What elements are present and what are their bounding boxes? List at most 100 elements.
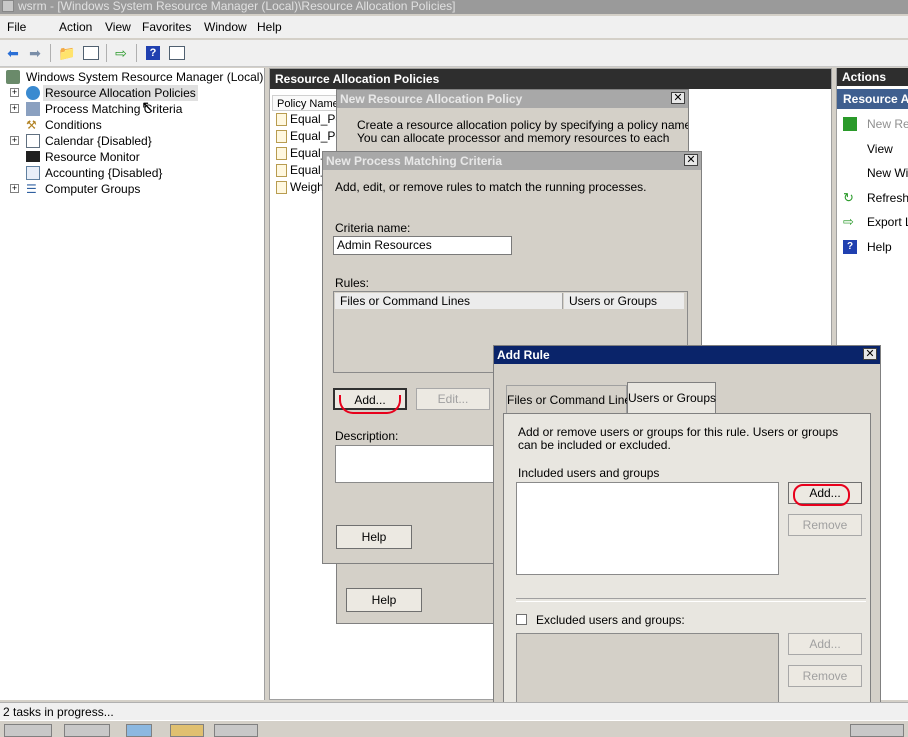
policy-document-icon bbox=[276, 113, 287, 127]
policy-document-icon bbox=[276, 164, 287, 178]
expand-toggle-calendar[interactable]: + bbox=[10, 136, 19, 145]
menu-favorites[interactable]: Favorites bbox=[142, 20, 191, 34]
close-icon[interactable]: ✕ bbox=[671, 92, 685, 104]
excluded-checkbox[interactable] bbox=[516, 614, 527, 625]
expand-toggle-computer-groups[interactable]: + bbox=[10, 184, 19, 193]
computer-groups-icon: ☰ bbox=[26, 182, 37, 196]
criteria-intro: Add, edit, or remove rules to match the … bbox=[335, 180, 647, 194]
app-icon bbox=[2, 0, 14, 12]
new-policy-icon bbox=[843, 117, 857, 131]
description-label: Description: bbox=[335, 429, 399, 443]
red-annotation-mark bbox=[339, 395, 401, 414]
help-icon[interactable]: ? bbox=[144, 44, 162, 62]
add-excluded-button[interactable]: Add... bbox=[788, 633, 862, 655]
back-arrow-icon[interactable]: ⬅ bbox=[4, 44, 22, 62]
menu-bar: File Action View Favorites Window Help bbox=[0, 16, 908, 38]
mouse-cursor-icon: ↖ bbox=[141, 99, 155, 116]
red-annotation-mark bbox=[793, 484, 850, 506]
rules-label: Rules: bbox=[335, 276, 370, 290]
menu-view[interactable]: View bbox=[105, 20, 131, 34]
column-header-users[interactable]: Users or Groups bbox=[564, 293, 684, 309]
policy-description-line-2: You can allocate processor and memory re… bbox=[357, 131, 670, 145]
add-rule-dialog: Add Rule ✕ Files or Command Lines Users … bbox=[493, 345, 881, 725]
dialog-title: New Process Matching Criteria bbox=[323, 152, 701, 170]
action-view[interactable]: View bbox=[867, 142, 893, 156]
dialog-title: New Resource Allocation Policy bbox=[337, 90, 688, 108]
criteria-name-label: Criteria name: bbox=[335, 221, 411, 235]
close-icon[interactable]: ✕ bbox=[684, 154, 698, 166]
toolbar: ⬅ ➡ 📁 ⇨ ? bbox=[0, 40, 908, 67]
window-title-bar: wsrm - [Windows System Resource Manager … bbox=[0, 0, 908, 14]
menu-window[interactable]: Window bbox=[204, 20, 247, 34]
tree-item-label: Accounting {Disabled} bbox=[45, 166, 163, 180]
criteria-name-field[interactable]: Admin Resources bbox=[333, 236, 512, 255]
included-users-list[interactable] bbox=[516, 482, 779, 575]
tree-item-label: Resource Allocation Policies bbox=[43, 85, 198, 101]
edit-rule-button[interactable]: Edit... bbox=[416, 388, 490, 410]
status-bar: 2 tasks in progress... bbox=[0, 702, 908, 720]
tree-root-label: Windows System Resource Manager (Local) bbox=[26, 70, 264, 84]
tab-files-or-command-lines[interactable]: Files or Command Lines bbox=[506, 385, 637, 413]
close-icon[interactable]: ✕ bbox=[863, 348, 877, 360]
taskbar-button[interactable] bbox=[214, 724, 258, 737]
policy-help-button[interactable]: Help bbox=[346, 588, 422, 612]
forward-arrow-icon[interactable]: ➡ bbox=[26, 44, 44, 62]
help-icon: ? bbox=[843, 240, 857, 254]
users-groups-tab-page: Add or remove users or groups for this r… bbox=[503, 413, 871, 724]
accounting-icon bbox=[26, 166, 40, 180]
taskbar-button[interactable] bbox=[64, 724, 110, 737]
tree-item-label: Computer Groups bbox=[45, 182, 141, 196]
tree-item-label: Process Matching Criteria bbox=[45, 102, 183, 116]
menu-help[interactable]: Help bbox=[257, 20, 282, 34]
action-new-window[interactable]: New Win bbox=[867, 166, 908, 180]
action-help[interactable]: Help bbox=[867, 240, 892, 254]
taskbar-button[interactable] bbox=[170, 724, 204, 737]
tree-item-label: Conditions bbox=[45, 118, 102, 132]
remove-included-button[interactable]: Remove bbox=[788, 514, 862, 536]
taskbar-tray bbox=[850, 724, 904, 737]
process-matching-icon bbox=[26, 102, 40, 116]
criteria-help-button[interactable]: Help bbox=[336, 525, 412, 549]
actions-header: Actions bbox=[837, 68, 908, 86]
list-item[interactable]: Equal_ bbox=[276, 145, 327, 161]
refresh-icon: ↻ bbox=[843, 190, 854, 205]
tab-users-or-groups[interactable]: Users or Groups bbox=[627, 382, 716, 414]
export-list-icon: ⇨ bbox=[843, 214, 854, 229]
show-action-pane-icon[interactable] bbox=[168, 44, 186, 62]
menu-file[interactable]: File bbox=[7, 20, 26, 34]
console-tree: Windows System Resource Manager (Local) … bbox=[0, 68, 265, 700]
up-folder-icon[interactable]: 📁 bbox=[58, 44, 76, 62]
conditions-icon: ⚒ bbox=[26, 118, 37, 132]
taskbar bbox=[0, 720, 908, 737]
list-item[interactable]: Equal_Pe bbox=[276, 128, 342, 144]
dialog-title: Add Rule bbox=[494, 346, 880, 364]
list-item[interactable]: Equal_Pe bbox=[276, 111, 342, 127]
calendar-icon bbox=[26, 134, 40, 148]
taskbar-button[interactable] bbox=[4, 724, 52, 737]
policy-document-icon bbox=[276, 147, 287, 161]
add-rule-intro: Add or remove users or groups for this r… bbox=[518, 425, 839, 452]
action-new-policy[interactable]: New Res bbox=[867, 117, 908, 131]
resource-monitor-icon bbox=[26, 151, 40, 162]
show-hide-tree-icon[interactable] bbox=[82, 44, 100, 62]
list-item[interactable]: Weigh bbox=[276, 179, 324, 195]
action-export-list[interactable]: Export Li bbox=[867, 215, 908, 229]
policy-globe-icon bbox=[26, 86, 40, 100]
column-header-files[interactable]: Files or Command Lines bbox=[335, 293, 563, 309]
action-refresh[interactable]: Refresh bbox=[867, 191, 908, 205]
tree-item-label: Calendar {Disabled} bbox=[45, 134, 152, 148]
actions-section-header[interactable]: Resource A bbox=[837, 89, 908, 109]
menu-action[interactable]: Action bbox=[59, 20, 92, 34]
policy-document-icon bbox=[276, 130, 287, 144]
remove-excluded-button[interactable]: Remove bbox=[788, 665, 862, 687]
window-title: wsrm - [Windows System Resource Manager … bbox=[18, 0, 456, 13]
export-icon[interactable]: ⇨ bbox=[112, 44, 130, 62]
column-header-policy-name[interactable]: Policy Name bbox=[272, 95, 342, 111]
taskbar-button[interactable] bbox=[126, 724, 152, 737]
expand-toggle-policies[interactable]: + bbox=[10, 88, 19, 97]
expand-toggle-process-matching[interactable]: + bbox=[10, 104, 19, 113]
list-item[interactable]: Equal_ bbox=[276, 162, 327, 178]
separator bbox=[516, 598, 866, 602]
policy-description-line-1: Create a resource allocation policy by s… bbox=[357, 118, 689, 132]
excluded-label: Excluded users and groups: bbox=[536, 613, 685, 627]
